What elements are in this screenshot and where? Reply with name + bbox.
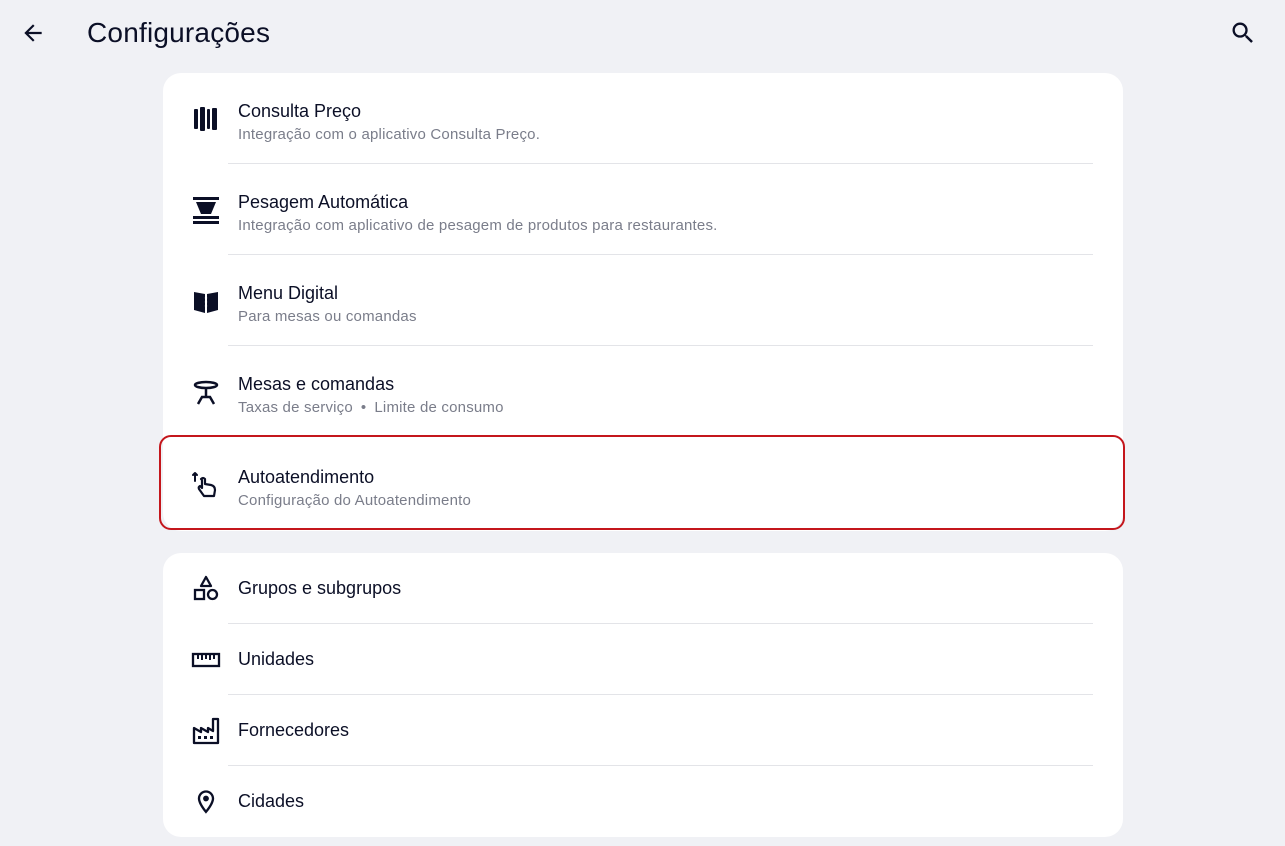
item-title: Menu Digital	[238, 283, 339, 303]
settings-item-pesagem-automatica[interactable]: Pesagem Automática Integração com aplica…	[163, 164, 1123, 255]
item-title: Consulta Preço	[238, 101, 362, 121]
search-button[interactable]	[1228, 18, 1258, 48]
settings-item-consulta-preco[interactable]: Consulta Preço Integração com o aplicati…	[163, 73, 1123, 164]
barcode-scanner-icon	[191, 104, 221, 134]
item-subtitle: Integração com o aplicativo Consulta Pre…	[238, 126, 541, 143]
subtitle-part-service-fee: Taxas de serviço	[238, 399, 353, 416]
factory-icon	[191, 716, 221, 746]
item-title: Unidades	[238, 649, 315, 669]
table-icon	[191, 377, 221, 407]
integrations-card: Consulta Preço Integração com o aplicati…	[163, 73, 1123, 531]
item-subtitle: Taxas de serviço • Limite de consumo	[238, 399, 504, 416]
settings-item-cidades[interactable]: Cidades	[163, 766, 1123, 837]
settings-item-menu-digital[interactable]: Menu Digital Para mesas ou comandas	[163, 255, 1123, 346]
settings-item-grupos-subgrupos[interactable]: Grupos e subgrupos	[163, 553, 1123, 624]
subtitle-part-consumption-limit: Limite de consumo	[374, 399, 504, 416]
ruler-icon	[191, 645, 221, 675]
item-title: Autoatendimento	[238, 467, 375, 487]
settings-item-autoatendimento[interactable]: Autoatendimento Configuração do Autoaten…	[163, 437, 1123, 531]
item-subtitle: Integração com aplicativo de pesagem de …	[238, 217, 718, 234]
item-title: Pesagem Automática	[238, 192, 409, 212]
item-title: Cidades	[238, 791, 305, 811]
back-button[interactable]	[18, 18, 48, 48]
item-subtitle: Para mesas ou comandas	[238, 308, 417, 325]
page-title: Configurações	[87, 17, 271, 48]
bullet-separator: •	[360, 399, 367, 416]
settings-item-unidades[interactable]: Unidades	[163, 624, 1123, 695]
arrow-left-icon	[24, 24, 42, 42]
top-app-bar: Configurações	[0, 0, 1285, 70]
location-pin-icon	[191, 787, 221, 817]
item-title: Fornecedores	[238, 720, 350, 740]
search-icon	[1232, 22, 1253, 43]
scale-icon	[191, 195, 221, 225]
settings-item-mesas-comandas[interactable]: Mesas e comandas Taxas de serviço • Limite…	[163, 346, 1123, 437]
item-subtitle: Configuração do Autoatendimento	[238, 492, 472, 509]
shapes-icon	[191, 574, 221, 604]
settings-item-fornecedores[interactable]: Fornecedores	[163, 695, 1123, 766]
item-title: Grupos e subgrupos	[238, 578, 402, 598]
item-title: Mesas e comandas	[238, 374, 395, 394]
registers-card: Grupos e subgrupos Unidades Fornecedores…	[163, 553, 1123, 837]
open-menu-book-icon	[191, 286, 221, 316]
touch-app-icon	[191, 469, 221, 499]
